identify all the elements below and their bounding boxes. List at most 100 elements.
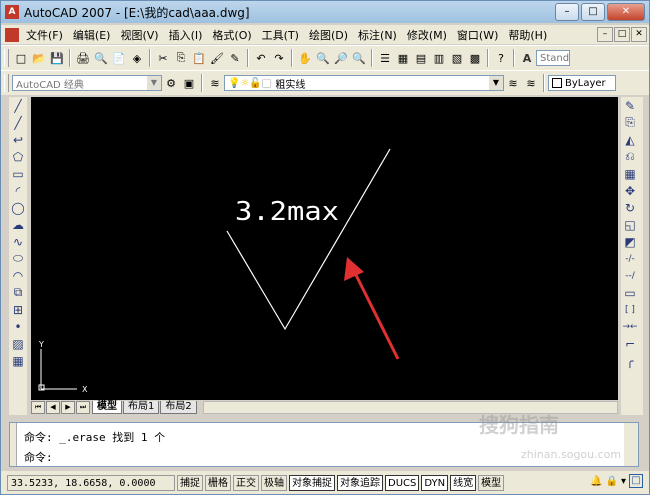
plot-icon[interactable]: 🖨 (75, 50, 91, 66)
fillet-icon[interactable]: ╭ (621, 352, 639, 369)
layer-previous-icon[interactable]: ≋ (523, 75, 539, 91)
menu-help[interactable]: 帮助(H) (503, 27, 552, 43)
roughness-annotation[interactable]: 3.2max (235, 197, 339, 227)
osnap-toggle[interactable]: 对象捕捉 (289, 474, 335, 491)
mirror-icon[interactable]: ◭ (621, 131, 639, 148)
menu-view[interactable]: 视图(V) (115, 27, 163, 43)
chevron-down-icon[interactable]: ▼ (147, 76, 161, 90)
hatch-icon[interactable]: ▨ (9, 335, 27, 352)
make-layer-current-icon[interactable]: ≋ (505, 75, 521, 91)
prev-tab-button[interactable]: ◀ (46, 400, 60, 414)
lock-icon[interactable]: 🔓 (249, 78, 261, 89)
pan-icon[interactable]: ✋ (297, 50, 313, 66)
designcenter-icon[interactable]: ▦ (395, 50, 411, 66)
otrack-toggle[interactable]: 对象追踪 (337, 474, 383, 491)
surface-roughness-symbol[interactable] (226, 148, 391, 331)
erase-icon[interactable]: ✎ (621, 97, 639, 114)
last-tab-button[interactable]: ⏭ (76, 400, 90, 414)
scale-icon[interactable]: ◱ (621, 216, 639, 233)
markup-icon[interactable]: ▧ (449, 50, 465, 66)
menu-format[interactable]: 格式(O) (207, 27, 256, 43)
chamfer-icon[interactable]: ⌐ (621, 335, 639, 352)
lineweight-toggle[interactable]: 线宽 (450, 474, 477, 491)
copy-icon[interactable]: ⎘ (173, 50, 189, 66)
move-icon[interactable]: ✥ (621, 182, 639, 199)
sun-icon[interactable]: ☼ (240, 78, 249, 89)
light-bulb-icon[interactable]: 💡 (228, 78, 240, 89)
text-style-icon[interactable]: A (519, 50, 535, 66)
horizontal-scrollbar[interactable] (202, 400, 618, 414)
array-icon[interactable]: ▦ (621, 165, 639, 182)
layer-dropdown[interactable]: 💡 ☼ 🔓 ■ 粗实线 ▼ (224, 75, 504, 91)
line-icon[interactable]: ╱ (9, 97, 27, 114)
dyn-toggle[interactable]: DYN (421, 474, 449, 491)
sheet-set-icon[interactable]: ▥ (431, 50, 447, 66)
help-icon[interactable]: ? (493, 50, 509, 66)
polyline-icon[interactable]: ↩ (9, 131, 27, 148)
grid-toggle[interactable]: 栅格 (205, 474, 231, 491)
polygon-icon[interactable]: ⬠ (9, 148, 27, 165)
command-prompt[interactable]: 命令: (24, 449, 53, 465)
make-block-icon[interactable]: ⊞ (9, 301, 27, 318)
rotate-icon[interactable]: ↻ (621, 199, 639, 216)
tab-model[interactable]: 模型 (92, 400, 122, 414)
ortho-toggle[interactable]: 正交 (233, 474, 259, 491)
offset-icon[interactable]: ⎌ (621, 148, 639, 165)
construction-line-icon[interactable]: ╱ (9, 114, 27, 131)
insert-block-icon[interactable]: ⧉ (9, 284, 27, 301)
drawing-canvas[interactable]: 3.2max Y X (31, 97, 618, 400)
close-button[interactable]: ✕ (607, 3, 645, 21)
cut-icon[interactable]: ✂ (155, 50, 171, 66)
model-toggle[interactable]: 模型 (478, 474, 505, 491)
command-scrollbar[interactable] (624, 423, 638, 466)
calculator-icon[interactable]: ▩ (467, 50, 483, 66)
plot-preview-icon[interactable]: 🔍 (93, 50, 109, 66)
menu-file[interactable]: 文件(F) (21, 27, 68, 43)
undo-icon[interactable]: ↶ (253, 50, 269, 66)
revision-cloud-icon[interactable]: ☁ (9, 216, 27, 233)
my-workspace-icon[interactable]: ▣ (181, 75, 197, 91)
document-menu-icon[interactable] (5, 27, 19, 42)
spline-icon[interactable]: ∿ (9, 233, 27, 250)
doc-minimize-button[interactable]: – (597, 27, 613, 42)
join-icon[interactable]: →← (621, 318, 639, 335)
menu-window[interactable]: 窗口(W) (452, 27, 503, 43)
trim-icon[interactable]: -/- (621, 250, 639, 267)
3d-dwf-icon[interactable]: ◈ (129, 50, 145, 66)
stretch-icon[interactable]: ◩ (621, 233, 639, 250)
doc-restore-button[interactable]: □ (614, 27, 630, 42)
menu-dimension[interactable]: 标注(N) (353, 27, 402, 43)
zoom-previous-icon[interactable]: 🔍 (351, 50, 367, 66)
title-bar[interactable]: A AutoCAD 2007 - [E:\我的cad\aaa.dwg] – □ … (1, 1, 649, 23)
break-icon[interactable]: [ ] (621, 301, 639, 318)
tab-layout2[interactable]: 布局2 (160, 400, 197, 414)
open-icon[interactable]: 📂 (31, 50, 47, 66)
communication-center-icon[interactable]: 🔔 (590, 476, 602, 487)
next-tab-button[interactable]: ▶ (61, 400, 75, 414)
autocad-app-icon[interactable]: A (5, 5, 19, 19)
toolbar-grip[interactable] (4, 74, 9, 92)
menu-tools[interactable]: 工具(T) (257, 27, 304, 43)
ellipse-arc-icon[interactable]: ◠ (9, 267, 27, 284)
tool-palettes-icon[interactable]: ▤ (413, 50, 429, 66)
doc-close-button[interactable]: ✕ (631, 27, 647, 42)
publish-icon[interactable]: 📄 (111, 50, 127, 66)
menu-draw[interactable]: 绘图(D) (304, 27, 353, 43)
chevron-down-icon[interactable]: ▼ (489, 76, 503, 90)
toolbar-lock-icon[interactable]: 🔒 (606, 476, 618, 487)
ducs-toggle[interactable]: DUCS (385, 474, 420, 491)
extend-icon[interactable]: --/ (621, 267, 639, 284)
color-dropdown[interactable]: ByLayer (548, 75, 616, 91)
rectangle-icon[interactable]: ▭ (9, 165, 27, 182)
workspace-settings-icon[interactable]: ⚙ (163, 75, 179, 91)
block-editor-icon[interactable]: ✎ (227, 50, 243, 66)
layer-manager-icon[interactable]: ≋ (207, 75, 223, 91)
maximize-button[interactable]: □ (581, 3, 605, 21)
redo-icon[interactable]: ↷ (271, 50, 287, 66)
circle-icon[interactable]: ◯ (9, 199, 27, 216)
text-style-combo[interactable]: Stand (536, 50, 570, 66)
coordinates-display[interactable]: 33.5233, 18.6658, 0.0000 (7, 474, 175, 491)
toolbar-grip[interactable] (4, 49, 9, 67)
new-icon[interactable]: □ (13, 50, 29, 66)
arc-icon[interactable]: ◜ (9, 182, 27, 199)
